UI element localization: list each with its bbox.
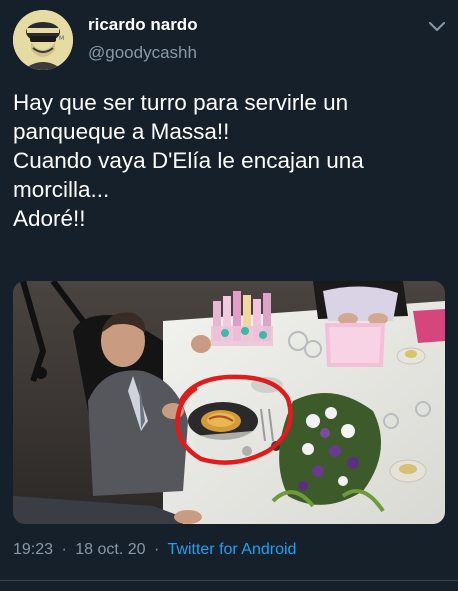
- tweet-text-line: morcilla...: [13, 177, 110, 202]
- tweet-source-link[interactable]: Twitter for Android: [168, 541, 297, 558]
- tweet-text-line: Cuando vaya D'Elía le encajan una: [13, 148, 364, 173]
- tweet-date[interactable]: 18 oct. 20: [75, 541, 145, 558]
- tweet-text: Hay que ser turro para servirle un panqu…: [13, 88, 445, 233]
- display-name[interactable]: ricardo nardo: [88, 15, 198, 35]
- tweet-photo[interactable]: [13, 281, 445, 524]
- tweet-meta: 19:23 · 18 oct. 20 · Twitter for Android: [13, 541, 296, 559]
- avatar[interactable]: M: [13, 10, 73, 70]
- svg-text:M: M: [59, 35, 64, 42]
- more-options-button[interactable]: [428, 16, 446, 38]
- meta-separator: ·: [154, 541, 160, 558]
- user-handle[interactable]: @goodycashh: [88, 43, 197, 63]
- cyclist-avatar-icon: M: [13, 10, 73, 70]
- tweet-text-line: Adoré!!: [13, 206, 86, 231]
- tweet-header: M ricardo nardo @goodycashh: [13, 10, 448, 70]
- tweet-time[interactable]: 19:23: [13, 541, 53, 558]
- chevron-down-icon: [429, 22, 445, 31]
- tweet-text-line: panqueque a Massa!!: [13, 119, 230, 144]
- tweet-text-line: Hay que ser turro para servirle un: [13, 90, 349, 115]
- tweet-card: M ricardo nardo @goodycashh Hay que ser …: [0, 0, 458, 591]
- divider: [0, 580, 458, 581]
- dinner-table-photo: [13, 281, 445, 524]
- meta-separator: ·: [61, 541, 67, 558]
